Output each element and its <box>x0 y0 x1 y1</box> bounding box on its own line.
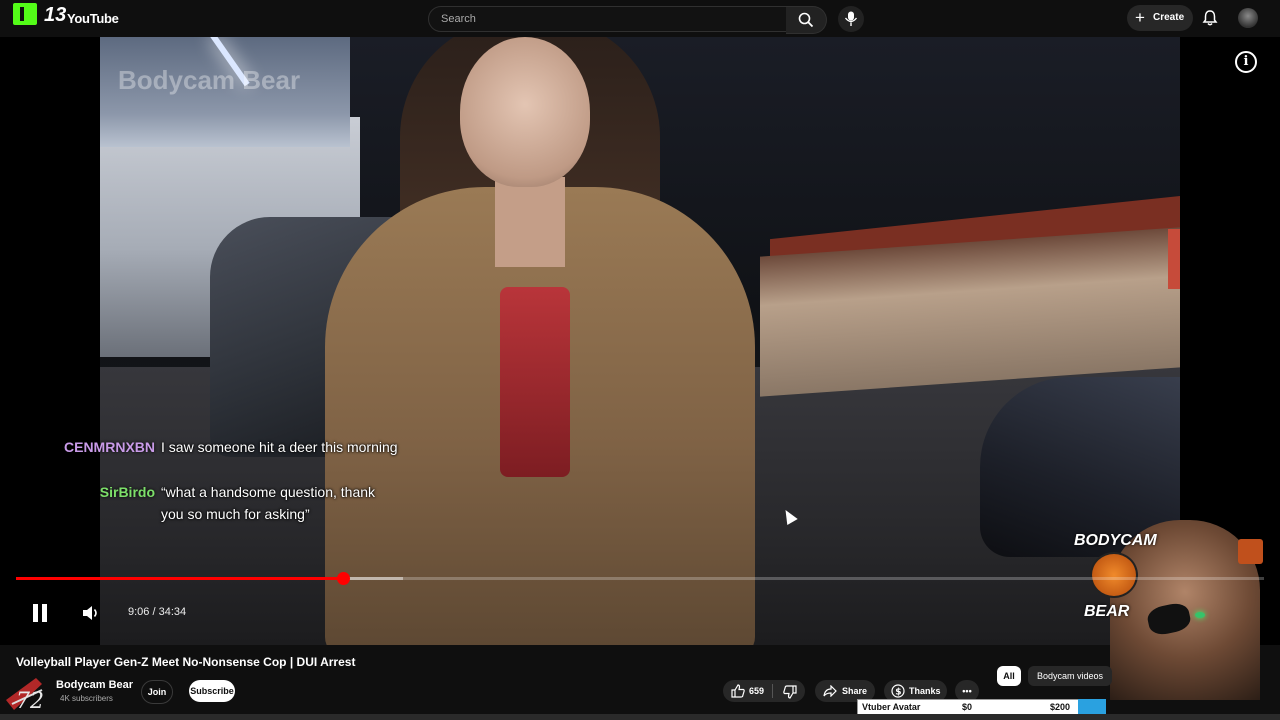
account-avatar[interactable] <box>1238 8 1258 28</box>
goal-label: Vtuber Avatar <box>862 702 921 712</box>
microphone-icon <box>844 11 858 26</box>
video-player[interactable]: Bodycam Bear i CENMRNXBN I saw someone h… <box>0 37 1280 645</box>
kick-logo-icon[interactable] <box>13 3 37 25</box>
channel-avatar[interactable]: 72 <box>2 670 60 720</box>
goal-current: $0 <box>962 702 973 712</box>
chip-bodycam-videos[interactable]: Bodycam videos <box>1028 666 1112 686</box>
person-shirt <box>500 287 570 477</box>
progress-bar[interactable] <box>16 572 1264 585</box>
search-icon <box>798 12 814 28</box>
like-dislike-group: 659 <box>723 680 805 702</box>
time-display: 9:06 / 34:34 <box>128 606 187 618</box>
video-title: Volleyball Player Gen-Z Meet No-Nonsense… <box>16 655 356 669</box>
like-icon[interactable] <box>731 684 745 698</box>
bottom-edge <box>0 714 1280 720</box>
plus-icon: + <box>1135 8 1145 27</box>
brand-13[interactable]: 13 <box>44 4 66 27</box>
search-box[interactable] <box>428 6 787 32</box>
bear-small-logo-icon <box>1238 539 1263 564</box>
chip-all[interactable]: All <box>997 666 1021 686</box>
chat-message: CENMRNXBN I saw someone hit a deer this … <box>0 436 420 480</box>
channel-badge-bottom: BEAR <box>1084 603 1130 620</box>
super-thanks-icon: $ <box>891 684 905 698</box>
channel-name[interactable]: Bodycam Bear <box>56 679 133 691</box>
person-face <box>460 37 590 187</box>
glowing-eye <box>1195 612 1205 618</box>
like-divider <box>772 684 773 698</box>
volume-icon[interactable] <box>81 604 101 622</box>
chat-text: “what a handsome question, thank you so … <box>161 484 376 522</box>
chat-text: I saw someone hit a deer this morning <box>161 439 398 455</box>
notifications-bell-icon[interactable] <box>1201 9 1219 27</box>
voice-search-button[interactable] <box>838 6 864 32</box>
top-bar: 13 YouTube + Create <box>0 0 1280 38</box>
dislike-icon[interactable] <box>783 685 797 699</box>
join-button[interactable]: Join <box>141 680 173 704</box>
info-icon[interactable]: i <box>1235 51 1257 73</box>
youtube-logo[interactable]: YouTube <box>67 11 119 26</box>
person-neck <box>495 177 565 267</box>
create-button[interactable]: + Create <box>1127 5 1193 31</box>
chat-message: SirBirdo “what a handsome question, than… <box>0 481 420 525</box>
motel-building <box>760 227 1180 397</box>
played-bar <box>16 577 343 580</box>
chat-username: SirBirdo <box>99 484 155 500</box>
subscriber-count: 4K subscribers <box>60 694 113 703</box>
channel-badge-top: BODYCAM <box>1074 532 1157 549</box>
svg-text:$: $ <box>895 688 901 698</box>
bear-logo-icon <box>1090 552 1138 598</box>
sign-edge <box>1168 229 1180 289</box>
share-icon <box>823 685 837 697</box>
chat-username: CENMRNXBN <box>64 439 155 455</box>
scrubber-handle[interactable] <box>336 572 350 585</box>
video-frame[interactable]: Bodycam Bear <box>100 37 1180 645</box>
search-button[interactable] <box>786 6 827 34</box>
like-count: 659 <box>749 686 765 696</box>
create-label: Create <box>1153 12 1185 23</box>
svg-text:72: 72 <box>16 689 44 714</box>
goal-accent <box>1078 699 1106 714</box>
pause-icon[interactable] <box>31 604 49 622</box>
goal-target: $200 <box>1050 702 1071 712</box>
search-input[interactable] <box>439 10 773 28</box>
video-watermark: Bodycam Bear <box>118 65 301 95</box>
subscribe-button[interactable]: Subscribe <box>189 680 235 702</box>
